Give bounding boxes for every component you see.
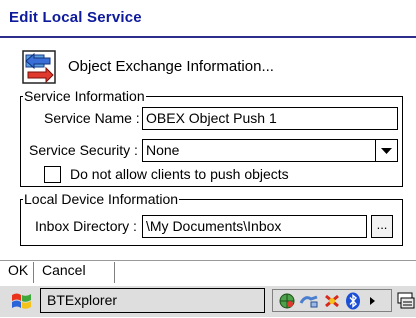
sync-icon[interactable] (323, 293, 341, 309)
tray-chevron-icon[interactable] (367, 295, 377, 307)
service-information-label: Service Information (23, 88, 146, 104)
connection-icon[interactable] (299, 293, 319, 309)
header-text: Object Exchange Information... (68, 58, 274, 75)
cancel-button[interactable]: Cancel (42, 262, 86, 278)
object-exchange-icon (22, 50, 56, 84)
windows-flag-icon[interactable] (8, 289, 38, 313)
inbox-directory-label: Inbox Directory : (35, 218, 137, 234)
service-security-select[interactable]: None (142, 139, 398, 162)
menu-separator (33, 262, 34, 283)
dialog-title-bar: Edit Local Service (0, 0, 416, 38)
system-tray (272, 289, 392, 312)
browse-button[interactable]: ... (371, 215, 393, 238)
dropdown-arrow-button[interactable] (375, 140, 397, 161)
dialog-title: Edit Local Service (9, 9, 142, 26)
input-panel-icon[interactable] (396, 290, 416, 312)
network-globe-icon[interactable] (279, 293, 295, 309)
menu-separator (114, 262, 115, 283)
service-name-label: Service Name : (44, 110, 140, 126)
service-name-field[interactable]: OBEX Object Push 1 (142, 107, 398, 130)
no-push-label: Do not allow clients to push objects (70, 166, 289, 182)
taskbar-app-button[interactable]: BTExplorer (40, 288, 265, 313)
chevron-down-icon (381, 148, 392, 154)
taskbar-app-label: BTExplorer (47, 292, 118, 308)
no-push-checkbox[interactable] (44, 166, 61, 183)
service-security-label: Service Security : (29, 142, 138, 158)
ok-button[interactable]: OK (8, 262, 28, 278)
service-security-value: None (146, 142, 180, 158)
local-device-label: Local Device Information (23, 191, 180, 207)
inbox-directory-field[interactable]: \My Documents\Inbox (142, 215, 367, 238)
bluetooth-icon[interactable] (345, 292, 361, 310)
